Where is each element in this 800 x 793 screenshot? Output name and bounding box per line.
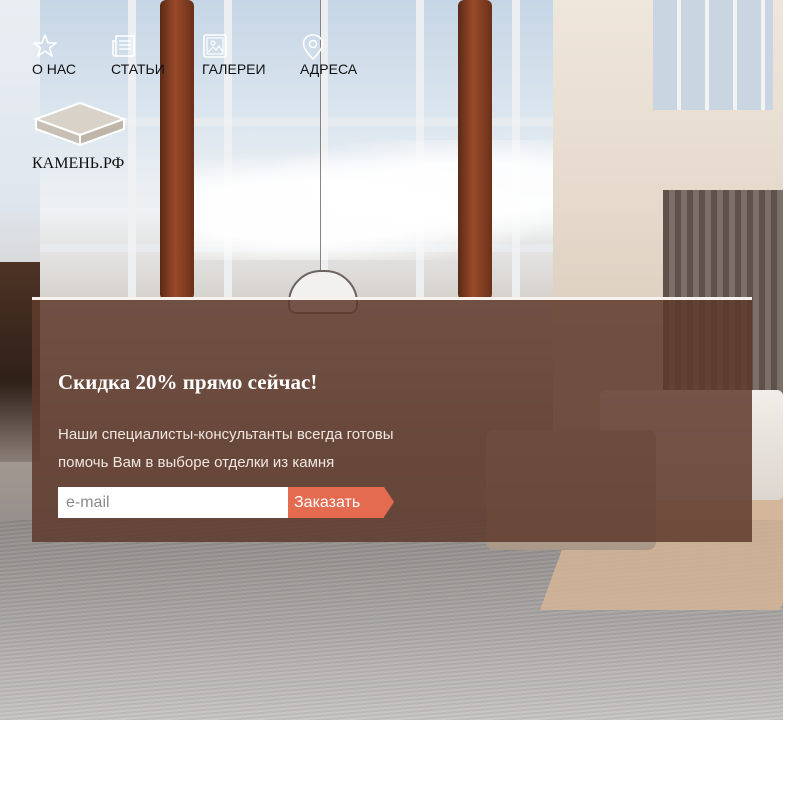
gallery-icon	[202, 33, 266, 59]
hero-right-window	[653, 0, 773, 110]
site-logo[interactable]: КАМЕНЬ.РФ	[32, 101, 128, 172]
newspaper-icon	[111, 33, 165, 59]
promo-description: Наши специалисты-консультанты всегда гот…	[58, 426, 394, 471]
nav-item-addresses[interactable]: АДРЕСА	[300, 33, 357, 77]
nav-item-gallery[interactable]: ГАЛЕРЕИ	[202, 33, 266, 77]
nav-item-articles[interactable]: СТАТЬИ	[111, 33, 165, 77]
nav-item-label: СТАТЬИ	[111, 61, 165, 77]
nav-item-label: ГАЛЕРЕИ	[202, 61, 266, 77]
email-input[interactable]	[58, 487, 288, 518]
hero-clouds	[180, 140, 600, 260]
promo-title: Скидка 20% прямо сейчас!	[58, 370, 318, 394]
nav-item-about[interactable]: О НАС	[32, 33, 76, 77]
logo-text: КАМЕНЬ.РФ	[32, 155, 125, 172]
order-button[interactable]: Заказать	[288, 487, 384, 518]
star-icon	[32, 33, 76, 59]
location-pin-icon	[300, 33, 357, 61]
hero-column-left	[160, 0, 194, 300]
promo-panel: Скидка 20% прямо сейчас! Наши специалист…	[32, 297, 752, 542]
nav-item-label: О НАС	[32, 61, 77, 77]
order-button-arrow[interactable]	[384, 487, 394, 517]
hero-column-right	[458, 0, 492, 300]
stone-slab-icon	[32, 101, 128, 151]
nav-item-label: АДРЕСА	[300, 61, 358, 77]
